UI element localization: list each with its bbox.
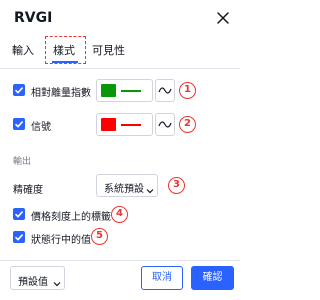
footer-divider: [0, 260, 240, 261]
tab-inputs[interactable]: 輸入: [12, 42, 34, 58]
plot-2-label: 信號: [31, 122, 51, 133]
chevron-down-icon: [52, 274, 62, 287]
annotation-badge-3: 3: [168, 177, 185, 194]
annotation-badge-5: 5: [91, 228, 108, 245]
wave-icon: [158, 87, 172, 94]
precision-label: 精確度: [13, 185, 43, 196]
output-section-label: 輸出: [13, 157, 32, 167]
price-scale-label-checkbox[interactable]: [13, 208, 25, 220]
plot-1-line-sample: [121, 90, 141, 92]
ok-button[interactable]: 確認: [191, 266, 234, 290]
plot-1-color-swatch: [101, 84, 116, 97]
cancel-button[interactable]: 取消: [141, 266, 183, 290]
plot-1-checkbox[interactable]: [13, 84, 25, 96]
plot-2-color-swatch: [101, 118, 116, 131]
precision-select[interactable]: 系統預設: [96, 174, 158, 197]
annotation-badge-2: 2: [179, 116, 196, 133]
precision-select-value: 系統預設: [104, 184, 144, 195]
status-line-value-checkbox[interactable]: [13, 231, 25, 243]
plot-1-label: 相對離量指數: [31, 88, 91, 99]
annotation-badge-4: 4: [111, 206, 128, 223]
chevron-down-icon: [145, 181, 155, 194]
close-icon[interactable]: [214, 9, 232, 27]
price-scale-label-text: 價格刻度上的標籤: [31, 212, 111, 223]
plot-1-style-button[interactable]: [96, 79, 153, 102]
status-line-value-text: 狀態行中的值: [31, 235, 91, 246]
plot-2-style-button[interactable]: [96, 113, 153, 136]
plot-1-plot-type-button[interactable]: [155, 79, 175, 102]
plot-2-line-sample: [121, 124, 141, 126]
plot-2-plot-type-button[interactable]: [155, 113, 175, 136]
header-divider: [0, 68, 240, 69]
plot-2-checkbox[interactable]: [13, 118, 25, 130]
wave-icon: [158, 121, 172, 128]
template-select[interactable]: 預設值: [10, 266, 65, 290]
template-select-label: 預設值: [18, 277, 48, 288]
annotation-dashed-box: [45, 36, 86, 64]
tab-visibility[interactable]: 可見性: [92, 42, 125, 58]
annotation-badge-1: 1: [179, 82, 196, 99]
dialog-title: RVGI: [14, 10, 53, 26]
